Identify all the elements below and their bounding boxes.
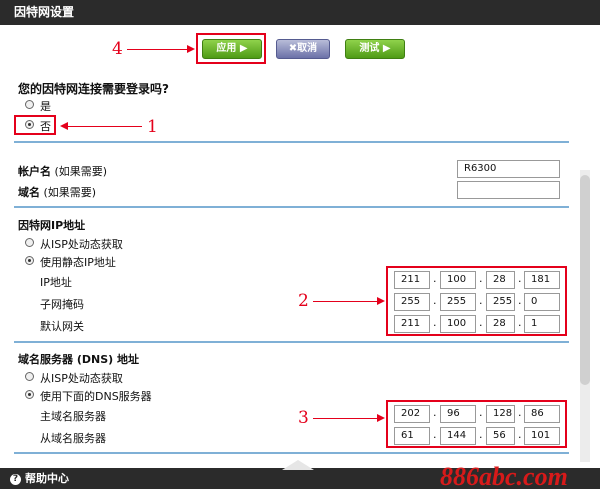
annotation-4-arrow-head <box>187 45 195 53</box>
ip-static-label: 使用静态IP地址 <box>40 256 116 269</box>
domain-name-row-label: 域名 (如果需要) <box>18 184 96 200</box>
account-name-input[interactable]: R6300 <box>457 160 560 178</box>
subnet-octet-2[interactable]: 255 <box>440 293 476 311</box>
secondary-dns-octet-2[interactable]: 144 <box>440 427 476 445</box>
octet-separator: . <box>479 428 483 441</box>
login-no-label: 否 <box>40 120 51 133</box>
login-question: 您的因特网连接需要登录吗? <box>18 82 169 96</box>
annotation-4-arrow-line <box>127 49 187 50</box>
octet-separator: . <box>433 316 437 329</box>
test-button[interactable]: 测试 ▶ <box>345 39 405 59</box>
annotation-3-arrow-line <box>313 418 377 419</box>
subnet-octet-4[interactable]: 0 <box>524 293 560 311</box>
domain-name-label: 域名 <box>18 186 40 199</box>
annotation-2-arrow-head <box>377 297 385 305</box>
annotation-2: 2 <box>298 291 309 311</box>
dns-section-title: 域名服务器 (DNS) 地址 <box>18 353 139 366</box>
window-title: 因特网设置 <box>14 5 75 19</box>
help-icon: ? <box>10 473 21 485</box>
annotation-4: 4 <box>112 39 123 59</box>
primary-dns-octet-2[interactable]: 96 <box>440 405 476 423</box>
account-name-hint: (如果需要) <box>54 165 108 178</box>
subnet-octet-1[interactable]: 255 <box>394 293 430 311</box>
default-gateway-label: 默认网关 <box>40 320 84 333</box>
subnet-octet-3[interactable]: 255 <box>486 293 515 311</box>
domain-name-input[interactable] <box>457 181 560 199</box>
ip-octet-2[interactable]: 100 <box>440 271 476 289</box>
apply-button[interactable]: 应用 ▶ <box>202 39 262 59</box>
annotation-3: 3 <box>298 408 309 428</box>
account-name-row-label: 帐户名 (如果需要) <box>18 163 107 179</box>
ip-address-label: IP地址 <box>40 276 72 289</box>
ip-static-radio[interactable] <box>25 256 34 265</box>
octet-separator: . <box>433 406 437 419</box>
octet-separator: . <box>518 294 522 307</box>
dns-manual-label: 使用下面的DNS服务器 <box>40 390 152 403</box>
account-name-label: 帐户名 <box>18 165 51 178</box>
dns-dynamic-radio[interactable] <box>25 372 34 381</box>
ip-dynamic-label: 从ISP处动态获取 <box>40 238 123 251</box>
secondary-dns-label: 从域名服务器 <box>40 432 106 445</box>
primary-dns-octet-4[interactable]: 86 <box>524 405 560 423</box>
annotation-1-arrow-head <box>60 122 68 130</box>
ip-octet-4[interactable]: 181 <box>524 271 560 289</box>
gateway-octet-1[interactable]: 211 <box>394 315 430 333</box>
octet-separator: . <box>518 406 522 419</box>
octet-separator: . <box>479 316 483 329</box>
octet-separator: . <box>479 294 483 307</box>
expand-chevron-icon[interactable] <box>282 460 314 470</box>
gateway-octet-2[interactable]: 100 <box>440 315 476 333</box>
ip-dynamic-radio[interactable] <box>25 238 34 247</box>
annotation-3-arrow-head <box>377 414 385 422</box>
primary-dns-octet-3[interactable]: 128 <box>486 405 515 423</box>
subnet-mask-label: 子网掩码 <box>40 298 84 311</box>
primary-dns-label: 主域名服务器 <box>40 410 106 423</box>
dns-manual-radio[interactable] <box>25 390 34 399</box>
annotation-1-arrow-line <box>68 126 142 127</box>
octet-separator: . <box>433 428 437 441</box>
help-center-label: 帮助中心 <box>25 472 69 485</box>
octet-separator: . <box>518 428 522 441</box>
domain-name-hint: (如果需要) <box>43 186 97 199</box>
login-no-radio[interactable] <box>25 120 34 129</box>
ip-octet-1[interactable]: 211 <box>394 271 430 289</box>
section-divider <box>14 452 569 454</box>
octet-separator: . <box>433 272 437 285</box>
secondary-dns-octet-4[interactable]: 101 <box>524 427 560 445</box>
octet-separator: . <box>479 406 483 419</box>
ip-section-title: 因特网IP地址 <box>18 219 86 232</box>
secondary-dns-octet-3[interactable]: 56 <box>486 427 515 445</box>
octet-separator: . <box>433 294 437 307</box>
annotation-1: 1 <box>147 117 158 137</box>
primary-dns-octet-1[interactable]: 202 <box>394 405 430 423</box>
cancel-button[interactable]: ✖取消 <box>276 39 330 59</box>
section-divider <box>14 341 569 343</box>
octet-separator: . <box>518 272 522 285</box>
dns-dynamic-label: 从ISP处动态获取 <box>40 372 123 385</box>
gateway-octet-3[interactable]: 28 <box>486 315 515 333</box>
window-titlebar: 因特网设置 <box>0 0 600 25</box>
scrollbar-thumb[interactable] <box>580 175 590 385</box>
octet-separator: . <box>479 272 483 285</box>
octet-separator: . <box>518 316 522 329</box>
login-yes-radio[interactable] <box>25 100 34 109</box>
ip-octet-3[interactable]: 28 <box>486 271 515 289</box>
watermark-text: 886abc.com <box>440 462 568 491</box>
secondary-dns-octet-1[interactable]: 61 <box>394 427 430 445</box>
annotation-2-arrow-line <box>313 301 377 302</box>
section-divider <box>14 141 569 143</box>
gateway-octet-4[interactable]: 1 <box>524 315 560 333</box>
section-divider <box>14 206 569 208</box>
login-yes-label: 是 <box>40 100 51 113</box>
